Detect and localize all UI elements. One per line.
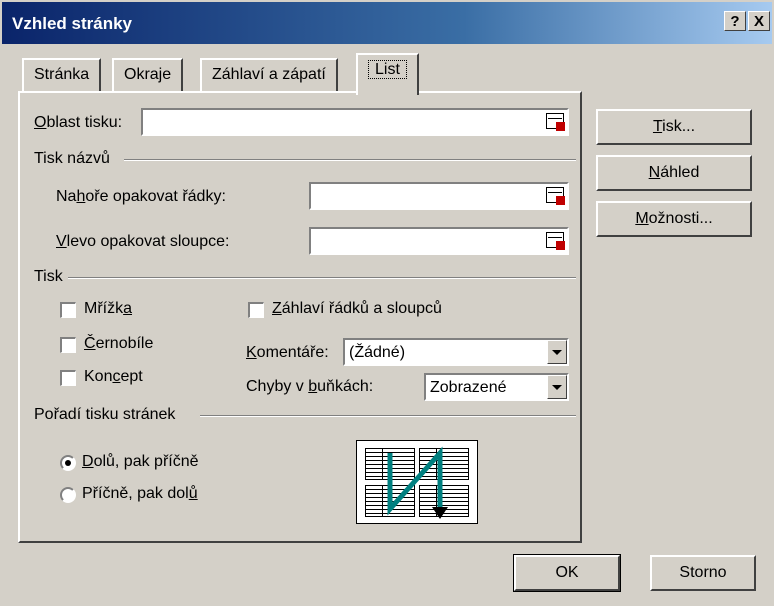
print-divider bbox=[68, 277, 576, 279]
print-area-input[interactable] bbox=[141, 108, 569, 136]
radio-dot bbox=[65, 460, 71, 466]
collapse-dialog-icon[interactable] bbox=[546, 187, 565, 205]
down-then-over-label[interactable]: Dolů, pak příčně bbox=[82, 453, 199, 471]
tab-stranka[interactable]: Stránka bbox=[22, 58, 102, 92]
chevron-down-icon[interactable] bbox=[547, 375, 567, 399]
print-titles-section-label: Tisk názvů bbox=[34, 150, 110, 167]
comments-label: Komentáře: bbox=[246, 344, 329, 361]
cancel-button[interactable]: Storno bbox=[650, 555, 756, 591]
options-button[interactable]: Možnosti... bbox=[596, 201, 752, 237]
draft-quality-checkbox[interactable] bbox=[60, 370, 76, 386]
window-title: Vzhled stránky bbox=[12, 14, 132, 33]
print-titles-divider bbox=[124, 159, 576, 161]
row-col-headings-label[interactable]: Záhlaví řádků a sloupců bbox=[272, 300, 442, 318]
cols-to-repeat-label: Vlevo opakovat sloupce: bbox=[56, 233, 230, 250]
page-order-section-label: Pořadí tisku stránek bbox=[34, 406, 176, 423]
close-button[interactable]: X bbox=[748, 11, 770, 31]
comments-select[interactable]: (Žádné) bbox=[343, 338, 569, 366]
draft-quality-label[interactable]: Koncept bbox=[84, 368, 143, 386]
gridlines-checkbox[interactable] bbox=[60, 302, 76, 318]
ok-button[interactable]: OK bbox=[513, 554, 621, 592]
black-and-white-label[interactable]: Černobíle bbox=[84, 335, 153, 353]
page-order-divider bbox=[200, 415, 576, 417]
collapse-dialog-icon[interactable] bbox=[546, 232, 565, 250]
title-bar: Vzhled stránky ? X bbox=[2, 2, 772, 44]
chevron-down-icon[interactable] bbox=[547, 340, 567, 364]
over-then-down-radio[interactable] bbox=[60, 487, 76, 503]
print-section-label: Tisk bbox=[34, 268, 63, 285]
print-preview-button[interactable]: Náhled bbox=[596, 155, 752, 191]
rows-to-repeat-label: Nahoře opakovat řádky: bbox=[56, 188, 226, 205]
cols-to-repeat-input[interactable] bbox=[309, 227, 569, 255]
cell-errors-label: Chyby v buňkách: bbox=[246, 378, 374, 395]
print-button[interactable]: Tisk... bbox=[596, 109, 752, 145]
tab-okraje[interactable]: Okraje bbox=[112, 58, 184, 92]
black-and-white-checkbox[interactable] bbox=[60, 337, 76, 353]
rows-to-repeat-input[interactable] bbox=[309, 182, 569, 210]
down-then-over-radio[interactable] bbox=[60, 455, 76, 471]
page-order-preview-icon bbox=[356, 440, 478, 524]
collapse-dialog-icon[interactable] bbox=[546, 113, 565, 131]
tab-list[interactable]: List bbox=[356, 53, 419, 95]
page-order-arrow-icon bbox=[387, 446, 448, 519]
cell-errors-select[interactable]: Zobrazené bbox=[424, 373, 569, 401]
over-then-down-label[interactable]: Příčně, pak dolů bbox=[82, 485, 198, 503]
gridlines-label[interactable]: Mřížka bbox=[84, 300, 132, 318]
print-area-label: Oblast tisku: bbox=[34, 114, 123, 131]
help-button[interactable]: ? bbox=[724, 11, 746, 31]
tab-zahlavi-zapati[interactable]: Záhlaví a zápatí bbox=[200, 58, 338, 92]
row-col-headings-checkbox[interactable] bbox=[248, 302, 264, 318]
